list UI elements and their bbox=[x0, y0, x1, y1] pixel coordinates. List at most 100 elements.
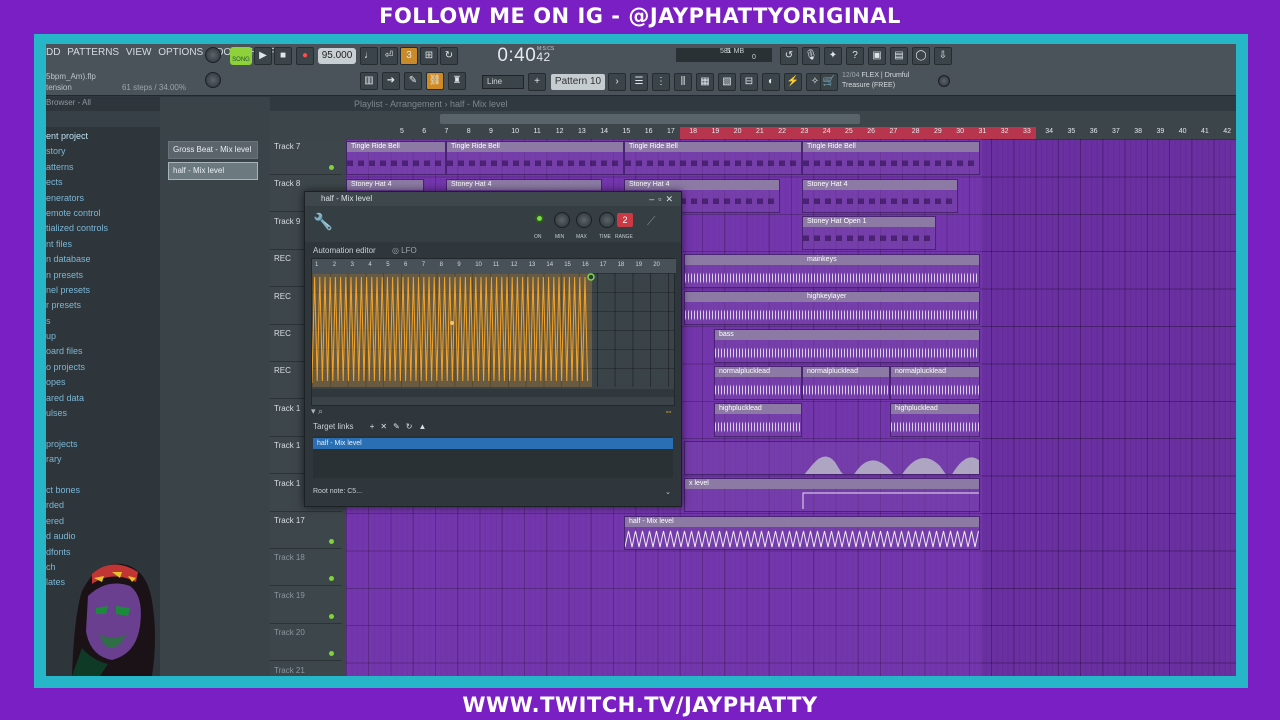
track-mute-led[interactable] bbox=[329, 613, 334, 619]
clip-hat-4[interactable]: Stoney Hat 4 bbox=[802, 179, 958, 213]
browser-item[interactable]: oard files bbox=[46, 344, 160, 359]
clip-pluck-2[interactable]: normalplucklead bbox=[802, 366, 890, 400]
snap-select[interactable]: Line bbox=[482, 75, 524, 89]
mixer-icon[interactable]: ⫼ bbox=[674, 73, 692, 91]
browser-icon[interactable]: ▧ bbox=[718, 73, 736, 91]
browser-item[interactable]: enerators bbox=[46, 191, 160, 206]
clip-tingle-2[interactable]: Tingle Ride Bell bbox=[446, 141, 624, 175]
master-volume-knob[interactable] bbox=[205, 47, 221, 63]
tempo-display[interactable]: 95.000 bbox=[318, 48, 356, 64]
plug-icon[interactable]: ⚡ bbox=[784, 73, 802, 91]
add-link-icon[interactable]: + bbox=[370, 422, 381, 431]
max-knob[interactable] bbox=[576, 212, 592, 228]
channel-item-gross-beat[interactable]: Gross Beat - Mix level bbox=[168, 141, 258, 159]
track-mute-led[interactable] bbox=[329, 576, 334, 582]
clip-hat-open[interactable]: Stoney Hat Open 1 bbox=[802, 216, 936, 250]
playlist-icon[interactable]: ☰ bbox=[630, 73, 648, 91]
browser-item[interactable]: nel presets bbox=[46, 283, 160, 298]
track-header[interactable]: Track 20 bbox=[270, 625, 342, 662]
browser-item[interactable]: ent project bbox=[46, 129, 160, 144]
browser-item[interactable]: rary bbox=[46, 452, 160, 467]
master-pitch-knob[interactable] bbox=[205, 72, 221, 88]
mic-icon[interactable]: 🎙 bbox=[802, 47, 820, 65]
track-mute-led[interactable] bbox=[329, 651, 334, 657]
browser-item[interactable]: opes bbox=[46, 375, 160, 390]
browser-item[interactable]: emote control bbox=[46, 206, 160, 221]
browser-item[interactable]: ct bones bbox=[46, 483, 160, 498]
browser-item[interactable] bbox=[46, 468, 160, 483]
save-icon[interactable]: ▣ bbox=[868, 47, 886, 65]
clip-highpluck-1[interactable]: highplucklead bbox=[714, 403, 802, 437]
record-button[interactable]: ● bbox=[296, 47, 314, 65]
clip-tingle-3[interactable]: Tingle Ride Bell bbox=[624, 141, 802, 175]
plugin-icon[interactable]: ✦ bbox=[824, 47, 842, 65]
browser-item[interactable]: ulses bbox=[46, 406, 160, 421]
target-link-item[interactable]: half - Mix level bbox=[313, 438, 673, 449]
undo-icon[interactable]: ↺ bbox=[780, 47, 798, 65]
pattern-selector[interactable]: Pattern 10 bbox=[551, 74, 605, 90]
menu-patterns[interactable]: PATTERNS bbox=[67, 47, 119, 58]
automation-editor[interactable]: 1 2 3 4 5 6 7 8 9 10 11 12 13 14 15 16 17 18 19 20 bbox=[311, 258, 676, 406]
clip-pluck-3[interactable]: normalplucklead bbox=[890, 366, 980, 400]
overview-window[interactable] bbox=[440, 114, 860, 124]
browser-item[interactable]: ered bbox=[46, 514, 160, 529]
piano-icon[interactable]: ▥ bbox=[360, 72, 378, 90]
tab-lfo[interactable]: ◎ LFO bbox=[392, 246, 417, 255]
edit-link-icon[interactable]: ✎ bbox=[393, 422, 406, 431]
browser-item[interactable]: r presets bbox=[46, 298, 160, 313]
clip-half-mix-level[interactable]: half - Mix level bbox=[624, 516, 980, 550]
close-icon[interactable]: ✕ bbox=[665, 194, 677, 204]
range-value[interactable]: 2 bbox=[617, 213, 633, 227]
playlist-ruler[interactable]: 5 6 7 8 9 10 11 12 13 14 15 16 17 18 19 20 21 22 23 24 25 26 2… bbox=[270, 127, 1236, 139]
draw-tool-icon[interactable]: ✎ bbox=[404, 72, 422, 90]
track-header[interactable]: Track 17 bbox=[270, 513, 342, 549]
browser-item[interactable]: projects bbox=[46, 437, 160, 452]
cart-icon[interactable]: 🛒 bbox=[820, 73, 838, 91]
track-header[interactable]: Track 7 bbox=[270, 139, 342, 175]
envelope-point[interactable] bbox=[587, 273, 595, 281]
metronome-icon[interactable]: ♩ bbox=[360, 47, 378, 65]
browser-item[interactable]: s bbox=[46, 314, 160, 329]
browser-item[interactable]: tialized controls bbox=[46, 221, 160, 236]
browser-item[interactable]: up bbox=[46, 329, 160, 344]
piano-roll-icon[interactable]: ▦ bbox=[696, 73, 714, 91]
clip-tingle-1[interactable]: Tingle Ride Bell bbox=[346, 141, 446, 175]
automation-plot[interactable] bbox=[311, 273, 674, 387]
channel-rack-icon[interactable]: ⋮ bbox=[652, 73, 670, 91]
track-header[interactable]: Track 19 bbox=[270, 588, 342, 624]
link-icon[interactable]: ⟋ bbox=[647, 214, 655, 229]
news-panel[interactable]: 12/04 FLEX | Drumful Treasure (FREE) bbox=[842, 71, 952, 91]
automation-envelope[interactable] bbox=[311, 273, 674, 387]
blend-notes-icon[interactable]: ⊞ bbox=[420, 47, 438, 65]
automation-ruler[interactable]: 1 2 3 4 5 6 7 8 9 10 11 12 13 14 15 16 17 18 19 20 bbox=[312, 259, 676, 273]
clip-mix-level[interactable]: x level bbox=[684, 478, 980, 512]
add-pattern-icon[interactable]: + bbox=[528, 73, 546, 91]
minimize-icon[interactable]: – bbox=[649, 194, 658, 204]
automation-scrollbar[interactable] bbox=[312, 389, 674, 397]
wait-input-icon[interactable]: ⏎ bbox=[380, 47, 398, 65]
clip-highkeylayer[interactable]: highkeylayer bbox=[684, 291, 980, 325]
export-icon[interactable]: ⇩ bbox=[934, 47, 952, 65]
time-knob[interactable] bbox=[599, 212, 615, 228]
automation-window-title[interactable]: half - Mix level –▫✕ bbox=[305, 192, 681, 206]
playlist-overview[interactable] bbox=[270, 111, 1236, 127]
arrow-tool-icon[interactable]: ➜ bbox=[382, 72, 400, 90]
tab-automation-editor[interactable]: Automation editor bbox=[313, 246, 376, 255]
browser-item[interactable]: o projects bbox=[46, 360, 160, 375]
stamp-icon[interactable]: ♜ bbox=[448, 72, 466, 90]
track-mute-led[interactable] bbox=[329, 165, 334, 170]
track-header[interactable]: Track 21 bbox=[270, 663, 342, 676]
clip-bass[interactable]: bass bbox=[714, 329, 980, 363]
menu-view[interactable]: VIEW bbox=[126, 47, 152, 58]
channel-item-half[interactable]: half - Mix level bbox=[168, 162, 258, 180]
countdown-icon[interactable]: 3 bbox=[400, 47, 418, 65]
plugin-db-icon[interactable]: ⊟ bbox=[740, 73, 758, 91]
touch-icon[interactable]: ◐ bbox=[762, 73, 780, 91]
dropdown-icon[interactable]: ▾ bbox=[311, 406, 316, 416]
refresh-link-icon[interactable]: ↻ bbox=[406, 422, 419, 431]
lock-link-icon[interactable]: ▲ bbox=[418, 422, 432, 431]
browser-item[interactable]: n database bbox=[46, 252, 160, 267]
help-icon[interactable]: ? bbox=[846, 47, 864, 65]
loop-record-icon[interactable]: ↻ bbox=[440, 47, 458, 65]
browser-item[interactable]: d audio bbox=[46, 529, 160, 544]
